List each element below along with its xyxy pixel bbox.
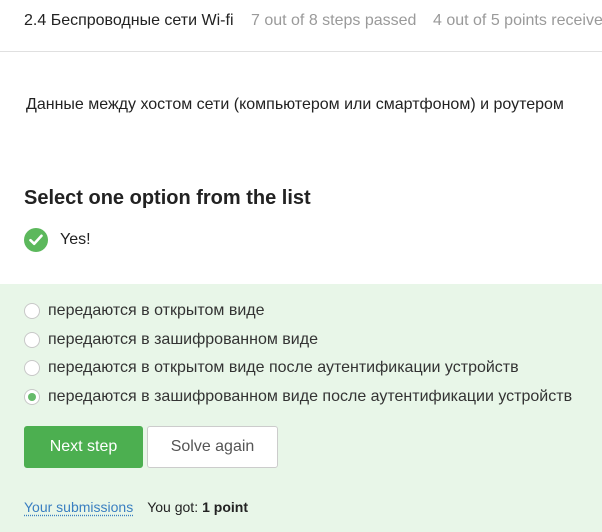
steps-progress: 7 out of 8 steps passed (251, 12, 417, 29)
your-submissions-link[interactable]: Your submissions (24, 499, 133, 515)
radio-button[interactable] (24, 360, 40, 376)
lesson-header: 2.4 Беспроводные сети Wi-fi 7 out of 8 s… (0, 0, 602, 52)
quiz-prompt: Select one option from the list (24, 187, 311, 209)
option-label: передаются в открытом виде (48, 302, 265, 319)
option-1[interactable]: передаются в зашифрованном виде (24, 330, 318, 350)
option-label: передаются в открытом виде после аутенти… (48, 359, 519, 376)
result-text: Yes! (60, 231, 91, 248)
option-0[interactable]: передаются в открытом виде (24, 301, 265, 321)
option-2[interactable]: передаются в открытом виде после аутенти… (24, 358, 519, 378)
answer-area (0, 284, 602, 532)
score-value: 1 point (202, 499, 248, 515)
next-step-button[interactable]: Next step (24, 426, 143, 468)
solve-again-button[interactable]: Solve again (147, 426, 278, 468)
result-status: Yes! (24, 228, 91, 252)
question-text: Данные между хостом сети (компьютером ил… (26, 96, 564, 113)
radio-button-selected[interactable] (24, 389, 40, 405)
radio-button[interactable] (24, 332, 40, 348)
radio-selected-dot (28, 393, 36, 401)
option-label: передаются в зашифрованном виде после ау… (48, 388, 573, 405)
radio-button[interactable] (24, 303, 40, 319)
option-3[interactable]: передаются в зашифрованном виде после ау… (24, 387, 572, 407)
score-label: You got: (147, 499, 199, 515)
option-label: передаются в зашифрованном виде (48, 331, 318, 348)
points-progress: 4 out of 5 points received (433, 12, 602, 29)
check-circle-icon (24, 228, 48, 252)
lesson-title[interactable]: 2.4 Беспроводные сети Wi-fi (24, 12, 234, 30)
submission-footer: Your submissions You got: 1 point (24, 499, 248, 515)
